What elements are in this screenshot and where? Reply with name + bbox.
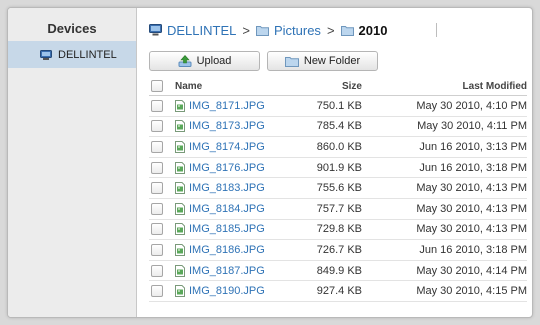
breadcrumb-pictures[interactable]: Pictures bbox=[274, 23, 321, 38]
file-browser-window: Devices DELLINTEL DELLINTEL > Pictures >… bbox=[7, 7, 533, 318]
image-file-icon bbox=[175, 285, 185, 298]
image-file-icon bbox=[175, 120, 185, 133]
breadcrumb: DELLINTEL > Pictures > 2010 bbox=[149, 21, 387, 39]
new-folder-label: New Folder bbox=[303, 55, 361, 67]
file-name-cell: IMG_8171.JPG bbox=[175, 99, 265, 112]
image-file-icon bbox=[175, 202, 185, 215]
file-modified-cell: May 30 2010, 4:10 PM bbox=[416, 99, 527, 112]
breadcrumb-current: 2010 bbox=[358, 22, 388, 38]
file-name-cell: IMG_8176.JPG bbox=[175, 161, 265, 174]
file-name-cell: IMG_8184.JPG bbox=[175, 202, 265, 215]
file-name-link[interactable]: IMG_8184.JPG bbox=[189, 203, 265, 215]
file-modified-cell: Jun 16 2010, 3:18 PM bbox=[419, 161, 527, 174]
file-table: Name Size Last Modified IMG_8171.JPG 750.… bbox=[149, 77, 527, 302]
file-modified-cell: May 30 2010, 4:11 PM bbox=[417, 120, 527, 133]
file-size-cell: 750.1 KB bbox=[316, 99, 362, 112]
row-checkbox[interactable] bbox=[151, 140, 163, 153]
file-modified-cell: Jun 16 2010, 3:18 PM bbox=[419, 243, 527, 256]
table-row[interactable]: IMG_8173.JPG 785.4 KB May 30 2010, 4:11 PM bbox=[149, 117, 527, 138]
file-size-cell: 785.4 KB bbox=[316, 120, 362, 133]
column-header-name[interactable]: Name bbox=[175, 81, 202, 92]
sidebar: Devices DELLINTEL bbox=[8, 8, 137, 317]
image-file-icon bbox=[175, 264, 185, 277]
sidebar-title: Devices bbox=[47, 21, 97, 36]
row-checkbox[interactable] bbox=[151, 264, 163, 277]
file-modified-cell: May 30 2010, 4:13 PM bbox=[416, 182, 527, 195]
file-name-cell: IMG_8185.JPG bbox=[175, 223, 265, 236]
file-size-cell: 849.9 KB bbox=[316, 264, 362, 277]
row-checkbox[interactable] bbox=[151, 285, 163, 298]
file-name-link[interactable]: IMG_8190.JPG bbox=[189, 285, 265, 297]
breadcrumb-divider bbox=[436, 23, 437, 37]
table-row[interactable]: IMG_8190.JPG 927.4 KB May 30 2010, 4:15 PM bbox=[149, 281, 527, 302]
file-name-link[interactable]: IMG_8171.JPG bbox=[189, 100, 265, 112]
row-checkbox[interactable] bbox=[151, 120, 163, 133]
breadcrumb-dellintel[interactable]: DELLINTEL bbox=[167, 23, 236, 38]
file-modified-cell: Jun 16 2010, 3:13 PM bbox=[419, 140, 527, 153]
row-checkbox[interactable] bbox=[151, 243, 163, 256]
computer-icon bbox=[149, 24, 162, 36]
table-row[interactable]: IMG_8176.JPG 901.9 KB Jun 16 2010, 3:18 PM bbox=[149, 158, 527, 179]
file-name-link[interactable]: IMG_8176.JPG bbox=[189, 162, 265, 174]
file-name-link[interactable]: IMG_8186.JPG bbox=[189, 244, 265, 256]
file-name-cell: IMG_8173.JPG bbox=[175, 120, 265, 133]
file-modified-cell: May 30 2010, 4:13 PM bbox=[416, 202, 527, 215]
table-row[interactable]: IMG_8184.JPG 757.7 KB May 30 2010, 4:13 PM bbox=[149, 199, 527, 220]
file-name-cell: IMG_8190.JPG bbox=[175, 285, 265, 298]
image-file-icon bbox=[175, 243, 185, 256]
breadcrumb-separator: > bbox=[326, 22, 335, 38]
file-name-cell: IMG_8187.JPG bbox=[175, 264, 265, 277]
breadcrumb-separator: > bbox=[242, 22, 250, 38]
image-file-icon bbox=[175, 182, 185, 195]
folder-icon bbox=[340, 24, 354, 36]
file-name-cell: IMG_8186.JPG bbox=[175, 243, 265, 256]
upload-arrow-icon bbox=[178, 55, 192, 67]
file-size-cell: 729.8 KB bbox=[316, 223, 362, 236]
row-checkbox[interactable] bbox=[151, 223, 163, 236]
image-file-icon bbox=[175, 99, 185, 112]
file-size-cell: 755.6 KB bbox=[316, 182, 362, 195]
file-name-cell: IMG_8183.JPG bbox=[175, 182, 265, 195]
sidebar-item-dellintel[interactable]: DELLINTEL bbox=[8, 41, 136, 68]
file-name-link[interactable]: IMG_8187.JPG bbox=[189, 265, 265, 277]
image-file-icon bbox=[175, 140, 185, 153]
select-all-checkbox[interactable] bbox=[151, 80, 163, 92]
new-folder-button[interactable]: New Folder bbox=[267, 51, 378, 71]
upload-label: Upload bbox=[196, 55, 232, 67]
main-panel: DELLINTEL > Pictures > 2010 Upload New F… bbox=[137, 8, 532, 317]
file-name-link[interactable]: IMG_8183.JPG bbox=[189, 182, 265, 194]
file-modified-cell: May 30 2010, 4:14 PM bbox=[416, 264, 527, 277]
table-row[interactable]: IMG_8186.JPG 726.7 KB Jun 16 2010, 3:18 PM bbox=[149, 240, 527, 261]
image-file-icon bbox=[175, 223, 185, 236]
computer-icon bbox=[40, 49, 52, 60]
table-row[interactable]: IMG_8174.JPG 860.0 KB Jun 16 2010, 3:13 PM bbox=[149, 137, 527, 158]
upload-button[interactable]: Upload bbox=[149, 51, 260, 71]
sidebar-item-label: DELLINTEL bbox=[58, 48, 117, 61]
file-size-cell: 726.7 KB bbox=[316, 243, 362, 256]
row-checkbox[interactable] bbox=[151, 161, 163, 174]
table-row[interactable]: IMG_8171.JPG 750.1 KB May 30 2010, 4:10 PM bbox=[149, 96, 527, 117]
file-size-cell: 860.0 KB bbox=[316, 140, 362, 153]
folder-icon bbox=[284, 55, 299, 67]
table-row[interactable]: IMG_8185.JPG 729.8 KB May 30 2010, 4:13 PM bbox=[149, 220, 527, 241]
file-modified-cell: May 30 2010, 4:15 PM bbox=[416, 285, 527, 298]
folder-icon bbox=[255, 24, 269, 36]
file-modified-cell: May 30 2010, 4:13 PM bbox=[416, 223, 527, 236]
file-name-link[interactable]: IMG_8173.JPG bbox=[189, 120, 265, 132]
row-checkbox[interactable] bbox=[151, 99, 163, 112]
file-size-cell: 757.7 KB bbox=[316, 202, 362, 215]
file-name-link[interactable]: IMG_8185.JPG bbox=[189, 223, 265, 235]
column-header-modified[interactable]: Last Modified bbox=[463, 81, 527, 92]
table-header: Name Size Last Modified bbox=[149, 77, 527, 96]
file-size-cell: 927.4 KB bbox=[316, 285, 362, 298]
table-row[interactable]: IMG_8183.JPG 755.6 KB May 30 2010, 4:13 PM bbox=[149, 178, 527, 199]
file-name-link[interactable]: IMG_8174.JPG bbox=[189, 141, 265, 153]
column-header-size[interactable]: Size bbox=[342, 81, 362, 92]
table-row[interactable]: IMG_8187.JPG 849.9 KB May 30 2010, 4:14 PM bbox=[149, 261, 527, 282]
file-size-cell: 901.9 KB bbox=[316, 161, 362, 174]
row-checkbox[interactable] bbox=[151, 202, 163, 215]
image-file-icon bbox=[175, 161, 185, 174]
row-checkbox[interactable] bbox=[151, 182, 163, 195]
file-name-cell: IMG_8174.JPG bbox=[175, 140, 265, 153]
